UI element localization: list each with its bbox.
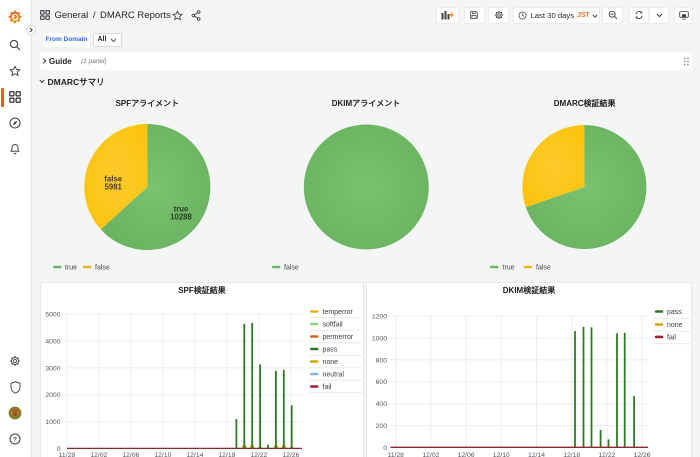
svg-text:12/26: 12/26 xyxy=(634,451,651,457)
svg-text:temperror: temperror xyxy=(323,309,354,316)
svg-text:12/02: 12/02 xyxy=(90,451,107,457)
svg-text:12/26: 12/26 xyxy=(282,451,299,457)
svg-text:2000: 2000 xyxy=(45,392,60,399)
svg-text:600: 600 xyxy=(376,379,388,386)
svg-text:400: 400 xyxy=(376,401,388,408)
svg-text:none: none xyxy=(667,322,683,329)
svg-text:5000: 5000 xyxy=(45,311,60,318)
svg-text:11/28: 11/28 xyxy=(59,451,76,457)
svg-text:true: true xyxy=(503,265,515,272)
svg-text:permerror: permerror xyxy=(323,334,354,341)
svg-text:1200: 1200 xyxy=(372,313,387,320)
svg-text:12/18: 12/18 xyxy=(218,451,235,457)
svg-text:12/18: 12/18 xyxy=(563,451,580,457)
svg-text:neutral: neutral xyxy=(323,371,345,378)
svg-text:12/10: 12/10 xyxy=(493,451,510,457)
svg-text:800: 800 xyxy=(376,357,388,364)
svg-text:fail: fail xyxy=(667,334,676,341)
svg-text:false: false xyxy=(284,265,299,272)
svg-text:pass: pass xyxy=(667,309,682,316)
svg-text:4000: 4000 xyxy=(45,338,60,345)
svg-text:12/14: 12/14 xyxy=(528,451,545,457)
svg-text:5981: 5981 xyxy=(105,183,123,192)
svg-text:200: 200 xyxy=(376,423,388,430)
svg-text:12/14: 12/14 xyxy=(186,451,203,457)
svg-text:3000: 3000 xyxy=(45,365,60,372)
svg-text:11/28: 11/28 xyxy=(387,451,404,457)
svg-text:softfail: softfail xyxy=(323,321,344,328)
svg-text:fail: fail xyxy=(323,384,332,391)
svg-text:12/06: 12/06 xyxy=(122,451,139,457)
svg-text:false: false xyxy=(536,265,551,272)
svg-text:12/22: 12/22 xyxy=(598,451,615,457)
svg-text:false: false xyxy=(95,265,110,272)
svg-text:12/02: 12/02 xyxy=(422,451,439,457)
svg-text:12/06: 12/06 xyxy=(458,451,475,457)
svg-text:10288: 10288 xyxy=(170,213,192,222)
svg-text:pass: pass xyxy=(323,346,338,353)
svg-text:true: true xyxy=(65,265,77,272)
svg-text:12/10: 12/10 xyxy=(154,451,171,457)
svg-text:1000: 1000 xyxy=(45,419,60,426)
svg-text:none: none xyxy=(323,359,339,366)
svg-text:1000: 1000 xyxy=(372,335,387,342)
svg-text:12/22: 12/22 xyxy=(250,451,267,457)
svg-text:?: ? xyxy=(13,436,17,443)
